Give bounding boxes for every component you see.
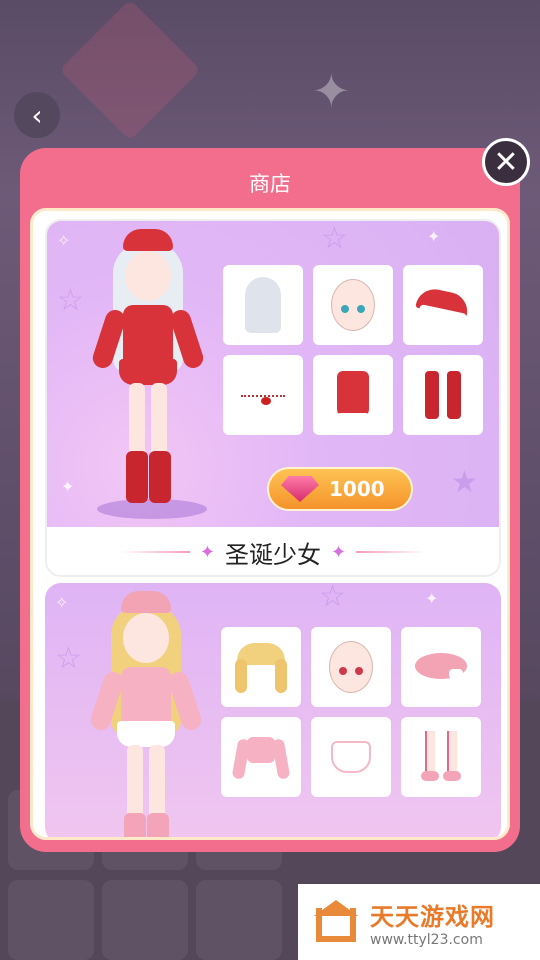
pink-beret-icon — [413, 639, 469, 695]
wardrobe-tile — [8, 880, 94, 960]
outfit-items-grid — [223, 265, 487, 435]
sparkle-icon: ✦ — [425, 589, 439, 608]
site-logo-icon — [312, 898, 360, 946]
star-outline-icon: ☆ — [319, 583, 346, 614]
sparkle-icon: ✧ — [57, 231, 71, 250]
item-slot[interactable] — [223, 355, 303, 435]
wardrobe-tile — [102, 880, 188, 960]
white-skirt-icon — [323, 729, 379, 785]
shop-content[interactable]: ✧ ☆ ✦ ☆ ★ ✦ 1000 ✦ 圣诞少女 ✦ ✧ ☆ ✦ ☆ — [30, 208, 510, 840]
item-slot[interactable] — [403, 355, 483, 435]
item-slot[interactable] — [313, 355, 393, 435]
price-label: 1000 — [329, 477, 385, 501]
star-outline-icon: ☆ — [57, 283, 84, 318]
ad-url: www.ttyl23.com — [370, 931, 483, 948]
decorative-line — [356, 551, 427, 553]
star-outline-icon: ☆ — [321, 221, 348, 256]
star-outline-icon: ☆ — [55, 641, 82, 676]
watermark-ad: 天天游戏网 www.ttyl23.com — [298, 884, 540, 960]
star-outline-icon: ★ — [451, 465, 478, 500]
decorative-line — [119, 551, 190, 553]
outfit-name-bar: ✦ 圣诞少女 ✦ — [47, 527, 499, 575]
sparkle-icon: ✦ — [427, 227, 441, 246]
wardrobe-tile — [196, 880, 282, 960]
red-dress-icon — [325, 367, 381, 423]
item-slot[interactable] — [223, 265, 303, 345]
shop-modal: 商店 ✧ ☆ ✦ ☆ ★ ✦ 1000 ✦ 圣诞少女 ✦ ✧ ☆ ✦ ☆ — [20, 148, 520, 852]
close-button[interactable]: ✕ — [482, 138, 530, 186]
character-preview — [81, 591, 211, 837]
sparkle-icon: ✦ — [199, 541, 215, 563]
outfit-items-grid — [221, 627, 485, 797]
close-icon: ✕ — [493, 144, 519, 180]
outfit-card-background: ✧ ☆ ✦ ☆ — [45, 583, 501, 837]
item-slot[interactable] — [221, 627, 301, 707]
character-preview — [83, 229, 213, 519]
chevron-left-icon: ‹ — [31, 98, 43, 132]
item-slot[interactable] — [403, 265, 483, 345]
background-diamond — [59, 0, 201, 141]
background-star: ✦ — [312, 64, 351, 118]
silver-hair-icon — [235, 277, 291, 333]
sparkle-icon: ✦ — [331, 541, 347, 563]
item-slot[interactable] — [221, 717, 301, 797]
item-slot[interactable] — [311, 627, 391, 707]
outfit-card-background: ✧ ☆ ✦ ☆ ★ ✦ 1000 — [47, 221, 499, 527]
necklace-icon — [235, 367, 291, 423]
gem-icon — [281, 476, 319, 502]
outfit-card[interactable]: ✧ ☆ ✦ ☆ ★ ✦ 1000 ✦ 圣诞少女 ✦ — [45, 219, 501, 577]
item-slot[interactable] — [313, 265, 393, 345]
pink-top-icon — [231, 729, 291, 785]
back-button[interactable]: ‹ — [14, 92, 60, 138]
face-icon — [325, 277, 381, 333]
ad-title: 天天游戏网 — [370, 902, 495, 931]
red-boots-icon — [415, 367, 471, 423]
sparkle-icon: ✧ — [55, 593, 69, 612]
shop-title: 商店 — [249, 172, 291, 196]
sparkle-icon: ✦ — [61, 477, 75, 496]
blonde-braids-icon — [233, 639, 289, 695]
pink-shoes-icon — [413, 729, 469, 785]
face-icon — [323, 639, 379, 695]
item-slot[interactable] — [401, 717, 481, 797]
buy-button[interactable]: 1000 — [267, 467, 413, 511]
item-slot[interactable] — [311, 717, 391, 797]
outfit-card[interactable]: ✧ ☆ ✦ ☆ — [45, 583, 501, 837]
outfit-name: 圣诞少女 — [225, 540, 321, 569]
santa-hat-icon — [415, 277, 471, 333]
item-slot[interactable] — [401, 627, 481, 707]
